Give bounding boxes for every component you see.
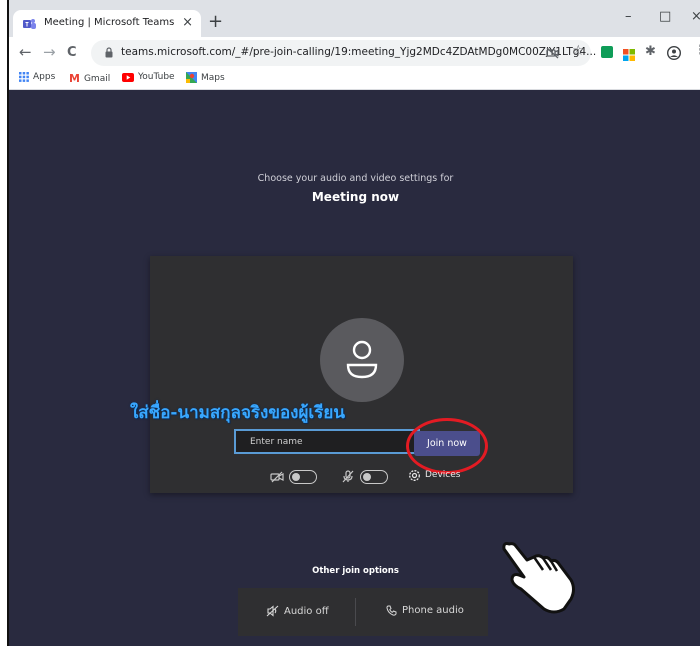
profile-icon[interactable] xyxy=(667,46,681,60)
bookmark-label: YouTube xyxy=(138,72,175,82)
video-preview-panel: Join now Devices xyxy=(150,256,573,493)
options-divider xyxy=(355,598,356,626)
phone-icon xyxy=(386,605,397,616)
name-input[interactable] xyxy=(234,429,420,454)
tab-title: Meeting | Microsoft Teams xyxy=(44,17,175,28)
gear-icon[interactable] xyxy=(408,469,421,482)
bookmark-label: Apps xyxy=(33,72,56,82)
browser-tab[interactable]: Meeting | Microsoft Teams × xyxy=(13,10,201,38)
bookmark-gmail[interactable]: M Gmail xyxy=(69,72,110,85)
mic-toggle[interactable] xyxy=(360,470,388,484)
address-bar[interactable]: teams.microsoft.com/_#/pre-join-calling/… xyxy=(91,40,596,66)
bookmarks-bar: Apps M Gmail YouTube Maps xyxy=(9,69,700,90)
bookmark-maps[interactable]: Maps xyxy=(186,72,225,83)
browser-toolbar: ← → C teams.microsoft.com/_#/pre-join-ca… xyxy=(9,37,700,69)
close-window-button[interactable]: × xyxy=(691,9,700,24)
gmail-icon: M xyxy=(69,72,80,85)
other-join-options-panel: Audio off Phone audio xyxy=(238,588,488,636)
bookmark-apps[interactable]: Apps xyxy=(19,72,55,82)
meeting-title: Meeting now xyxy=(311,190,400,204)
settings-prompt: Choose your audio and video settings for xyxy=(257,173,454,184)
audio-off-label: Audio off xyxy=(284,605,329,617)
mic-off-icon xyxy=(342,470,354,483)
teams-prejoin-screen: Choose your audio and video settings for… xyxy=(9,90,700,646)
browser-window: Meeting | Microsoft Teams × + – □ × ← → … xyxy=(7,0,700,646)
annotation-text: ใส่ชื่อ-นามสกุลจริงของผู้เรียน xyxy=(130,403,345,423)
camera-blocked-icon[interactable] xyxy=(546,47,559,59)
tab-strip: Meeting | Microsoft Teams × + – □ × xyxy=(9,0,700,38)
teams-icon xyxy=(23,19,36,29)
apps-grid-icon xyxy=(19,72,29,82)
devices-button[interactable]: Devices xyxy=(425,470,460,480)
new-tab-button[interactable]: + xyxy=(208,11,223,32)
bookmark-youtube[interactable]: YouTube xyxy=(122,72,175,82)
audio-off-option[interactable]: Audio off xyxy=(266,605,329,617)
star-icon[interactable]: ☆ xyxy=(572,43,585,59)
menu-icon[interactable]: ⋮ xyxy=(694,43,700,58)
speaker-off-icon xyxy=(266,605,279,617)
camera-off-icon xyxy=(270,471,284,483)
windows-icon[interactable] xyxy=(623,46,635,61)
back-button[interactable]: ← xyxy=(19,43,32,61)
bookmark-label: Maps xyxy=(201,72,225,83)
reload-button[interactable]: C xyxy=(67,45,77,60)
maps-icon xyxy=(186,72,197,83)
avatar xyxy=(320,318,404,402)
phone-audio-option[interactable]: Phone audio xyxy=(386,605,464,616)
person-icon xyxy=(346,340,378,379)
youtube-icon xyxy=(122,72,134,82)
bookmark-label: Gmail xyxy=(83,73,111,84)
extension-icon[interactable] xyxy=(601,46,613,58)
other-join-options-title: Other join options xyxy=(312,566,399,576)
maximize-button[interactable]: □ xyxy=(659,9,671,24)
url-text: teams.microsoft.com/_#/pre-join-calling/… xyxy=(121,46,597,58)
tab-close-icon[interactable]: × xyxy=(182,15,193,30)
annotation-circle xyxy=(406,418,488,474)
minimize-button[interactable]: – xyxy=(625,9,632,24)
phone-audio-label: Phone audio xyxy=(402,605,464,616)
camera-toggle[interactable] xyxy=(289,470,317,484)
puzzle-icon[interactable]: ✱ xyxy=(645,44,656,59)
lock-icon xyxy=(105,47,113,58)
forward-button[interactable]: → xyxy=(43,43,56,61)
pointing-hand-icon xyxy=(502,542,575,614)
